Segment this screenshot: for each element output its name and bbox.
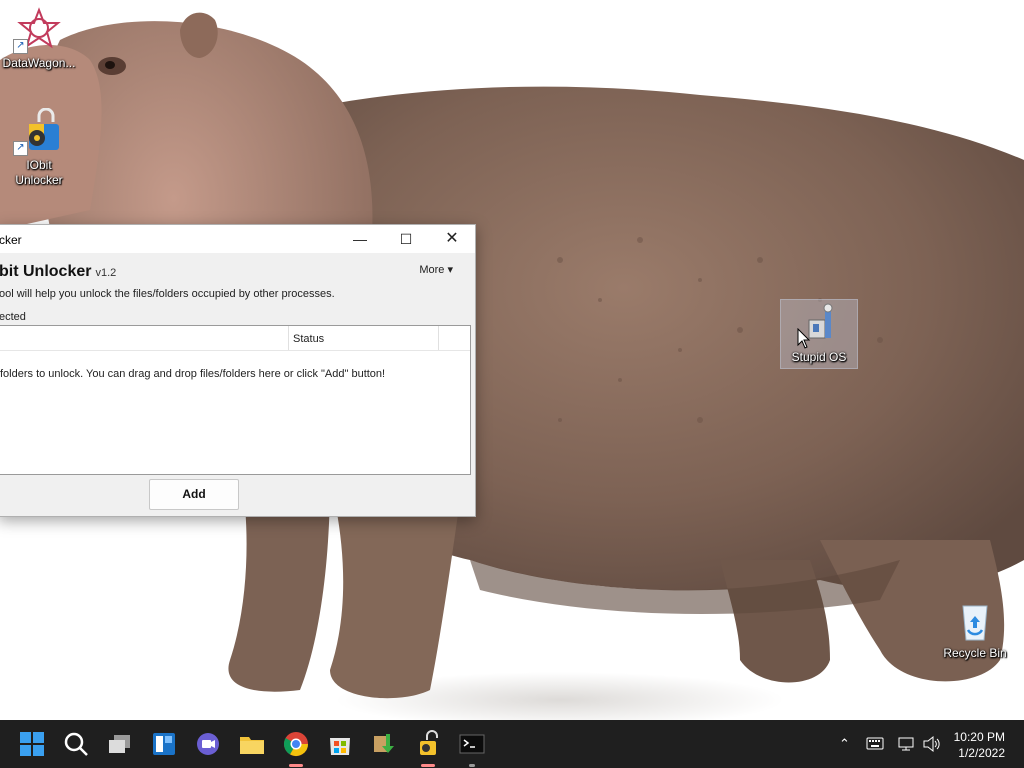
- mouse-cursor-icon: [797, 328, 811, 349]
- iobit-unlocker-icon: ↗: [13, 107, 63, 156]
- more-menu-button[interactable]: More ▾: [419, 263, 453, 276]
- maximize-button[interactable]: ☐: [383, 225, 429, 253]
- minimize-button[interactable]: —: [337, 225, 383, 253]
- desktop-icon-datawagon[interactable]: ↗ DataWagon...: [1, 6, 77, 71]
- taskbar: ⌃ 10:20 PM 1/2/2022: [0, 720, 1024, 768]
- desktop-icon-label: DataWagon...: [2, 56, 76, 70]
- keyboard-icon[interactable]: [866, 736, 884, 752]
- iobit-unlocker-window[interactable]: cker — ☐ ✕ bit Unlocker v1.2 More ▾ ool w…: [0, 224, 476, 517]
- widgets-icon[interactable]: [148, 728, 180, 760]
- column-divider: [438, 326, 439, 350]
- recycle-bin-icon: [951, 596, 999, 644]
- desktop-icon-iobit-unlocker[interactable]: ↗ IObit Unlocker: [1, 107, 77, 188]
- clock[interactable]: 10:20 PM 1/2/2022: [945, 729, 1005, 761]
- store-icon[interactable]: [324, 728, 356, 760]
- search-icon[interactable]: [60, 728, 92, 760]
- installer-icon[interactable]: [368, 728, 400, 760]
- desktop[interactable]: ↗ DataWagon... ↗ IObit Unlocker Stupid O…: [0, 0, 1024, 720]
- app-name: bit Unlocker: [0, 263, 92, 280]
- list-header: Status: [0, 326, 470, 351]
- desktop-icon-label: IObit Unlocker: [15, 158, 63, 187]
- more-label: More: [419, 264, 445, 276]
- empty-list-hint: folders to unlock. You can drag and drop…: [0, 368, 386, 380]
- desktop-icon-label: Stupid OS: [791, 350, 847, 364]
- task-view-icon[interactable]: [104, 728, 136, 760]
- show-hidden-icons-chevron-icon[interactable]: ⌃: [839, 720, 850, 768]
- iobit-unlocker-icon[interactable]: [412, 728, 444, 760]
- chrome-active-indicator: [289, 764, 303, 767]
- desktop-icon-label: Recycle Bin: [943, 646, 1007, 660]
- desktop-icon-stupid-os[interactable]: Stupid OS: [780, 299, 858, 369]
- shortcut-arrow-icon: ↗: [13, 39, 28, 54]
- datawagon-icon: ↗: [13, 6, 63, 54]
- teams-chat-icon[interactable]: [192, 728, 224, 760]
- file-list[interactable]: Status folders to unlock. You can drag a…: [0, 325, 471, 475]
- chrome-icon[interactable]: [280, 728, 312, 760]
- shortcut-arrow-icon: ↗: [13, 141, 28, 156]
- selected-label: ected: [0, 311, 26, 323]
- app-version: v1.2: [95, 267, 117, 279]
- clock-date: 1/2/2022: [958, 746, 1005, 760]
- terminal-running-indicator: [469, 764, 475, 767]
- app-description: ool will help you unlock the files/folde…: [0, 288, 335, 300]
- chevron-down-icon: ▾: [447, 264, 453, 276]
- column-header-name[interactable]: [0, 326, 289, 350]
- column-header-status[interactable]: Status: [293, 333, 324, 345]
- close-button[interactable]: ✕: [429, 225, 475, 253]
- windows-start-icon[interactable]: [16, 728, 48, 760]
- network-icon[interactable]: [898, 735, 916, 753]
- add-button[interactable]: Add: [149, 479, 239, 510]
- iobit-active-indicator: [421, 764, 435, 767]
- desktop-icon-recycle-bin[interactable]: Recycle Bin: [937, 596, 1013, 661]
- volume-icon[interactable]: [922, 735, 942, 753]
- terminal-icon[interactable]: [456, 728, 488, 760]
- window-title: cker: [0, 233, 22, 247]
- clock-time: 10:20 PM: [953, 730, 1005, 744]
- window-titlebar[interactable]: cker — ☐ ✕: [0, 225, 475, 253]
- app-name-heading: bit Unlocker v1.2: [0, 263, 116, 281]
- file-explorer-icon[interactable]: [236, 728, 268, 760]
